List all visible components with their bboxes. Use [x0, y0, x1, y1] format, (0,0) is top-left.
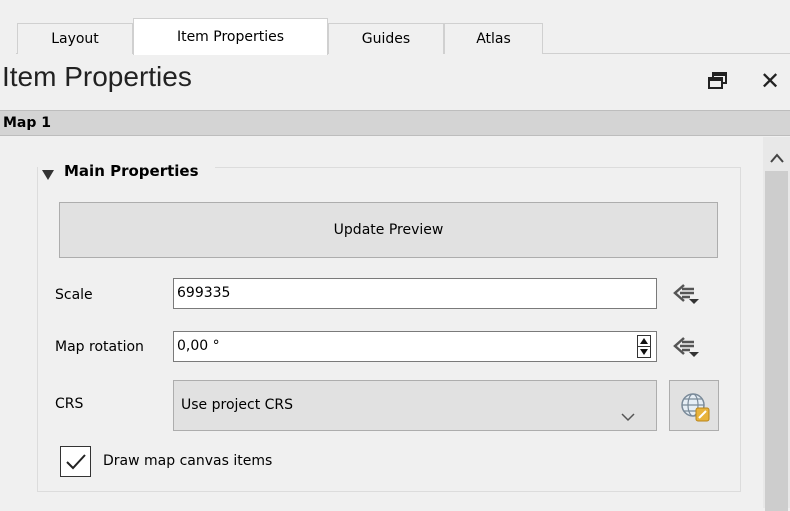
data-defined-override-icon[interactable]: [672, 282, 700, 306]
item-name-bar: Map 1: [0, 110, 790, 136]
data-defined-override-icon[interactable]: [672, 335, 700, 359]
dock-header: Item Properties ✕: [0, 55, 790, 103]
main-properties-header[interactable]: Main Properties: [38, 158, 215, 184]
checkmark-icon: [66, 454, 86, 470]
draw-items-label[interactable]: Draw map canvas items: [103, 453, 272, 469]
tab-bar: Layout Item Properties Guides Atlas: [0, 0, 790, 55]
float-window-icon[interactable]: [708, 72, 728, 90]
main-properties-title: Main Properties: [64, 162, 199, 180]
globe-crs-icon: [681, 393, 710, 422]
dock-title: Item Properties: [2, 61, 192, 92]
scale-input[interactable]: 699335: [173, 278, 657, 309]
crs-dropdown[interactable]: Use project CRS: [173, 380, 657, 431]
map-rotation-value: 0,00 °: [177, 338, 220, 354]
crs-selected-value: Use project CRS: [181, 397, 294, 413]
map-rotation-label: Map rotation: [55, 339, 144, 355]
map-rotation-input[interactable]: 0,00 °: [173, 331, 657, 362]
chevron-down-icon: [620, 397, 636, 422]
update-preview-button[interactable]: Update Preview: [59, 202, 718, 258]
tab-guides[interactable]: Guides: [328, 23, 444, 54]
select-crs-button[interactable]: [669, 380, 719, 431]
scale-label: Scale: [55, 287, 93, 303]
scrollbar-thumb[interactable]: [765, 171, 788, 511]
close-icon[interactable]: ✕: [760, 66, 790, 96]
draw-items-checkbox[interactable]: [60, 446, 91, 477]
crs-label: CRS: [55, 396, 84, 412]
chevron-up-icon[interactable]: [769, 151, 785, 165]
triangle-down-icon: [42, 166, 54, 180]
tab-layout[interactable]: Layout: [17, 23, 133, 54]
spin-stepper-icon[interactable]: [637, 335, 651, 358]
tab-atlas[interactable]: Atlas: [444, 23, 543, 54]
tab-item-properties[interactable]: Item Properties: [133, 18, 328, 55]
vertical-scrollbar[interactable]: [763, 137, 790, 511]
